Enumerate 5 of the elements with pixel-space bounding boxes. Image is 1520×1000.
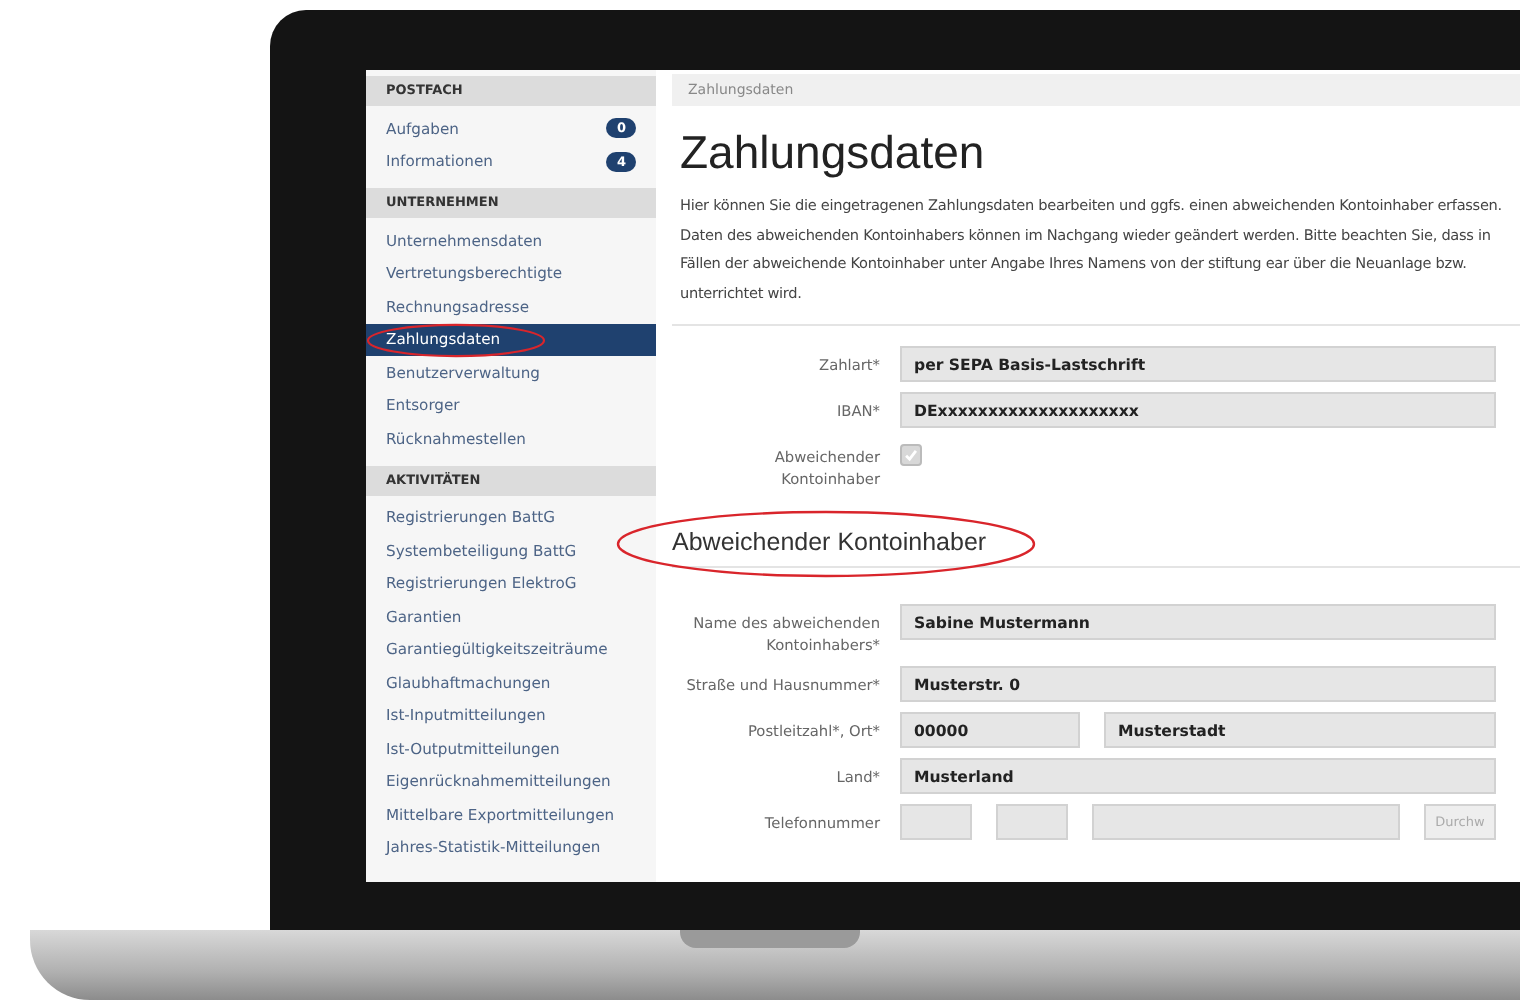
input-field[interactable] — [1092, 804, 1400, 841]
page-title: Zahlungsdaten — [680, 126, 987, 180]
input-field[interactable] — [900, 804, 972, 841]
section-heading: Abweichender Kontoinhaber — [672, 528, 987, 557]
input-field[interactable] — [996, 804, 1068, 841]
